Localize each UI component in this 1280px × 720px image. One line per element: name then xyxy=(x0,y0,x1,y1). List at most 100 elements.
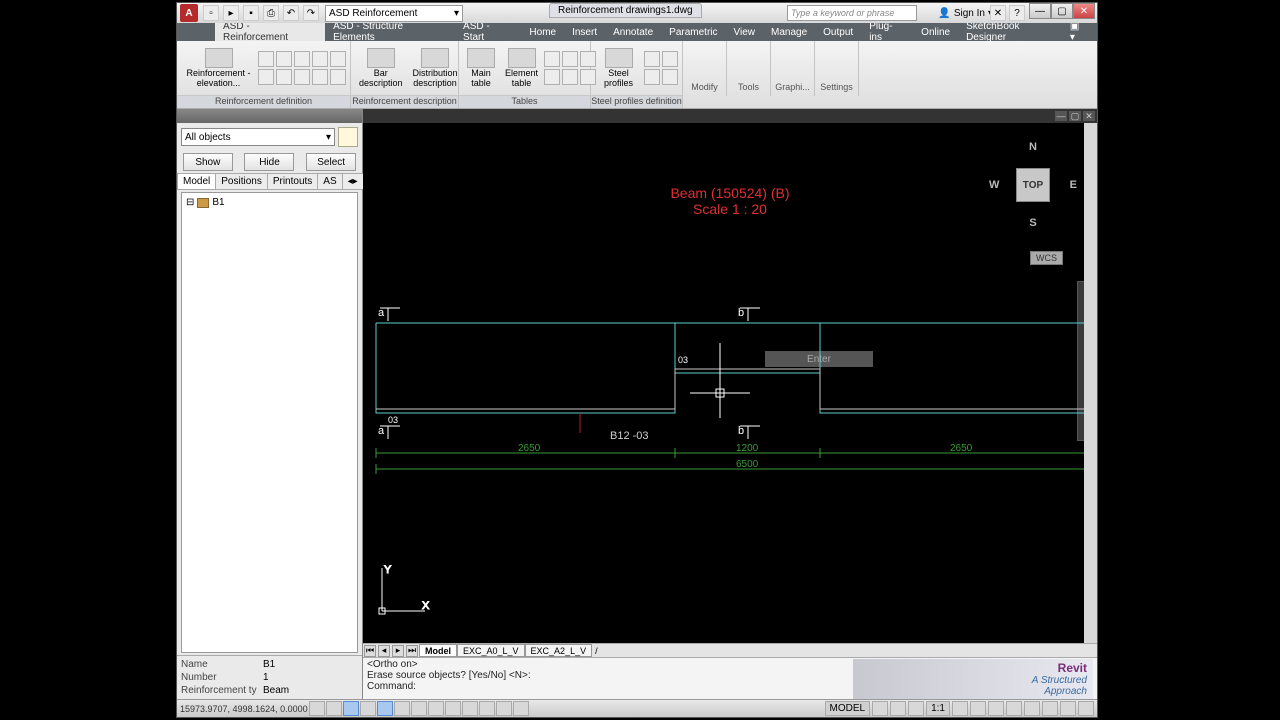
polar-toggle[interactable] xyxy=(360,701,376,716)
tree-item-b1[interactable]: ⊟ B1 xyxy=(185,196,354,209)
app-icon[interactable]: A xyxy=(180,4,198,22)
sm-btn[interactable] xyxy=(312,69,328,85)
object-tree[interactable]: ⊟ B1 xyxy=(181,192,358,653)
sm-btn[interactable] xyxy=(330,69,346,85)
element-table-button[interactable]: Element table xyxy=(501,46,542,91)
status-btn[interactable] xyxy=(1042,701,1058,716)
status-btn[interactable] xyxy=(908,701,924,716)
show-button[interactable]: Show xyxy=(183,153,233,171)
revit-ad[interactable]: Revit A Structured Approach xyxy=(853,659,1093,699)
panel-tab-positions[interactable]: Positions xyxy=(215,173,268,189)
ribbon-group-tools[interactable]: Tools xyxy=(727,41,771,96)
drawing-canvas[interactable]: Beam (150524) (B) Scale 1 : 20 N S W E T… xyxy=(363,123,1097,643)
sm-btn[interactable] xyxy=(644,69,660,85)
ribbon-tab-manage[interactable]: Manage xyxy=(763,25,815,40)
status-btn[interactable] xyxy=(1024,701,1040,716)
sm-btn[interactable] xyxy=(258,69,274,85)
sm-btn[interactable] xyxy=(562,69,578,85)
3dosnap-toggle[interactable] xyxy=(394,701,410,716)
signin-area[interactable]: 👤 Sign In ▾ xyxy=(938,8,993,19)
sm-btn[interactable] xyxy=(544,51,560,67)
panel-tab-model[interactable]: Model xyxy=(177,173,216,189)
status-btn[interactable] xyxy=(970,701,986,716)
snap-toggle[interactable] xyxy=(309,701,325,716)
sm-btn[interactable] xyxy=(276,51,292,67)
steel-profiles-button[interactable]: Steel profiles xyxy=(595,46,642,91)
maximize-button[interactable]: ▢ xyxy=(1051,3,1073,19)
clean-screen-toggle[interactable] xyxy=(1078,701,1094,716)
side-panel-header[interactable] xyxy=(177,109,362,123)
ribbon-tab-output[interactable]: Output xyxy=(815,25,861,40)
bar-description-button[interactable]: Bar description xyxy=(355,46,407,91)
otrack-toggle[interactable] xyxy=(411,701,427,716)
help-icon[interactable]: ? xyxy=(1009,5,1025,21)
sm-btn[interactable] xyxy=(258,51,274,67)
ribbon-tab-online[interactable]: Online xyxy=(913,25,958,40)
status-btn[interactable] xyxy=(890,701,906,716)
sm-btn[interactable] xyxy=(330,51,346,67)
workspace-switch[interactable] xyxy=(1060,701,1076,716)
model-space-toggle[interactable]: MODEL xyxy=(825,701,871,716)
qat-save-icon[interactable]: ▪ xyxy=(243,5,259,21)
panel-tab-printouts[interactable]: Printouts xyxy=(267,173,318,189)
qat-new-icon[interactable]: ▫ xyxy=(203,5,219,21)
annotation-scale[interactable]: 1:1 xyxy=(926,701,950,716)
layout-last-icon[interactable]: ⏭ xyxy=(406,645,418,657)
minimize-button[interactable]: — xyxy=(1029,3,1051,19)
sm-btn[interactable] xyxy=(294,51,310,67)
canvas-maximize-icon[interactable]: ▢ xyxy=(1069,111,1081,121)
tpy-toggle[interactable] xyxy=(479,701,495,716)
close-button[interactable]: ✕ xyxy=(1073,3,1095,19)
search-input[interactable]: Type a keyword or phrase xyxy=(787,5,917,21)
ducs-toggle[interactable] xyxy=(428,701,444,716)
osnap-toggle[interactable] xyxy=(377,701,393,716)
ribbon-group-settings[interactable]: Settings xyxy=(815,41,859,96)
qat-open-icon[interactable]: ▸ xyxy=(223,5,239,21)
layout-tab-exc-a0[interactable]: EXC_A0_L_V xyxy=(457,644,525,657)
sm-btn[interactable] xyxy=(644,51,660,67)
sm-btn[interactable] xyxy=(312,51,328,67)
ribbon-tab-insert[interactable]: Insert xyxy=(564,25,605,40)
command-prompt[interactable]: Command: xyxy=(367,681,853,692)
layout-tab-model[interactable]: Model xyxy=(419,644,457,657)
dyn-toggle[interactable] xyxy=(445,701,461,716)
layout-next-icon[interactable]: ▸ xyxy=(392,645,404,657)
vertical-scrollbar[interactable] xyxy=(1084,123,1097,643)
grid-toggle[interactable] xyxy=(326,701,342,716)
status-btn[interactable] xyxy=(988,701,1004,716)
status-btn[interactable] xyxy=(952,701,968,716)
ribbon-tab-annotate[interactable]: Annotate xyxy=(605,25,661,40)
document-tab[interactable]: Reinforcement drawings1.dwg xyxy=(549,3,702,18)
layer-combo[interactable]: ASD Reinforcement ▾ xyxy=(325,5,463,22)
lwt-toggle[interactable] xyxy=(462,701,478,716)
sc-toggle[interactable] xyxy=(513,701,529,716)
filter-options-button[interactable] xyxy=(338,127,358,147)
ribbon-tab-parametric[interactable]: Parametric xyxy=(661,25,725,40)
sm-btn[interactable] xyxy=(662,69,678,85)
select-button[interactable]: Select xyxy=(306,153,356,171)
sm-btn[interactable] xyxy=(544,69,560,85)
distribution-description-button[interactable]: Distribution description xyxy=(409,46,462,91)
hide-button[interactable]: Hide xyxy=(244,153,294,171)
ribbon-tab-home[interactable]: Home xyxy=(521,25,564,40)
reinforcement-elevation-button[interactable]: Reinforcement - elevation... xyxy=(181,46,256,91)
command-area[interactable]: <Ortho on> Erase source objects? [Yes/No… xyxy=(363,657,1097,699)
qat-undo-icon[interactable]: ↶ xyxy=(283,5,299,21)
ortho-toggle[interactable] xyxy=(343,701,359,716)
status-btn[interactable] xyxy=(1006,701,1022,716)
sm-btn[interactable] xyxy=(662,51,678,67)
canvas-minimize-icon[interactable]: — xyxy=(1055,111,1067,121)
layout-tab-exc-a2[interactable]: EXC_A2_L_V xyxy=(525,644,593,657)
panel-tab-as[interactable]: AS xyxy=(317,173,342,189)
ribbon-tab-view[interactable]: View xyxy=(726,25,764,40)
qat-print-icon[interactable]: ⎙ xyxy=(263,5,279,21)
object-filter-combo[interactable]: All objects ▾ xyxy=(181,128,335,146)
qat-redo-icon[interactable]: ↷ xyxy=(303,5,319,21)
layout-prev-icon[interactable]: ◂ xyxy=(378,645,390,657)
sm-btn[interactable] xyxy=(294,69,310,85)
panel-tabs-scroll[interactable]: ◂▸ xyxy=(342,173,364,189)
canvas-close-icon[interactable]: ✕ xyxy=(1083,111,1095,121)
ribbon-group-graphics[interactable]: Graphi... xyxy=(771,41,815,96)
exchange-icon[interactable]: ✕ xyxy=(990,5,1006,21)
sm-btn[interactable] xyxy=(276,69,292,85)
